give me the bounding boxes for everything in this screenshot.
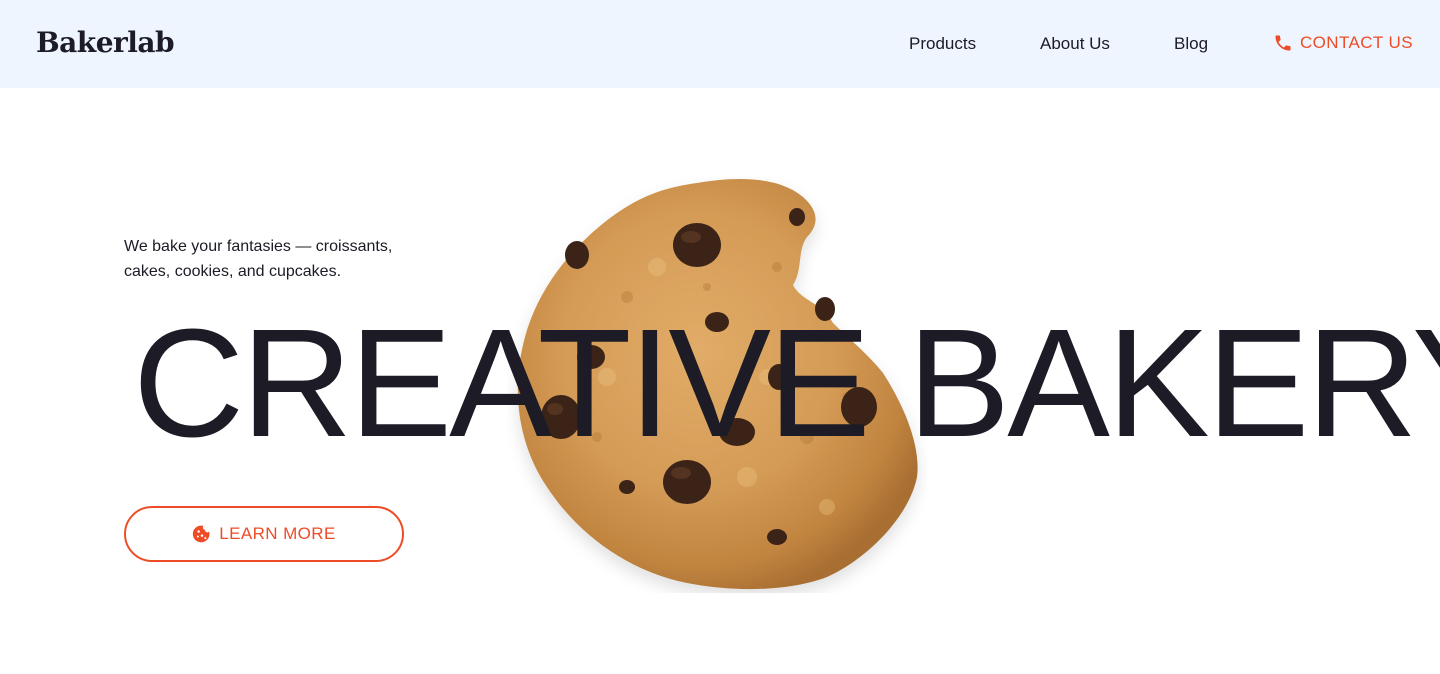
nav-link-products[interactable]: Products bbox=[909, 34, 976, 54]
hero-tagline: We bake your fantasies — croissants, cak… bbox=[124, 238, 393, 280]
learn-more-label: LEARN MORE bbox=[219, 524, 336, 543]
learn-more-button[interactable]: LEARN MORE bbox=[124, 506, 404, 562]
brand-logo[interactable]: Bakerlab bbox=[36, 26, 175, 59]
contact-us-label: CONTACT US bbox=[1300, 33, 1413, 52]
contact-us-link[interactable]: CONTACT US bbox=[1273, 33, 1413, 53]
phone-icon bbox=[1273, 33, 1293, 53]
nav-link-blog[interactable]: Blog bbox=[1174, 34, 1208, 54]
cookie-icon bbox=[192, 524, 212, 544]
hero-title: CREATIVE BAKERY bbox=[133, 297, 1440, 469]
site-header: Bakerlab Products About Us Blog CONTACT … bbox=[0, 0, 1440, 88]
nav-link-about-us[interactable]: About Us bbox=[1040, 34, 1110, 54]
